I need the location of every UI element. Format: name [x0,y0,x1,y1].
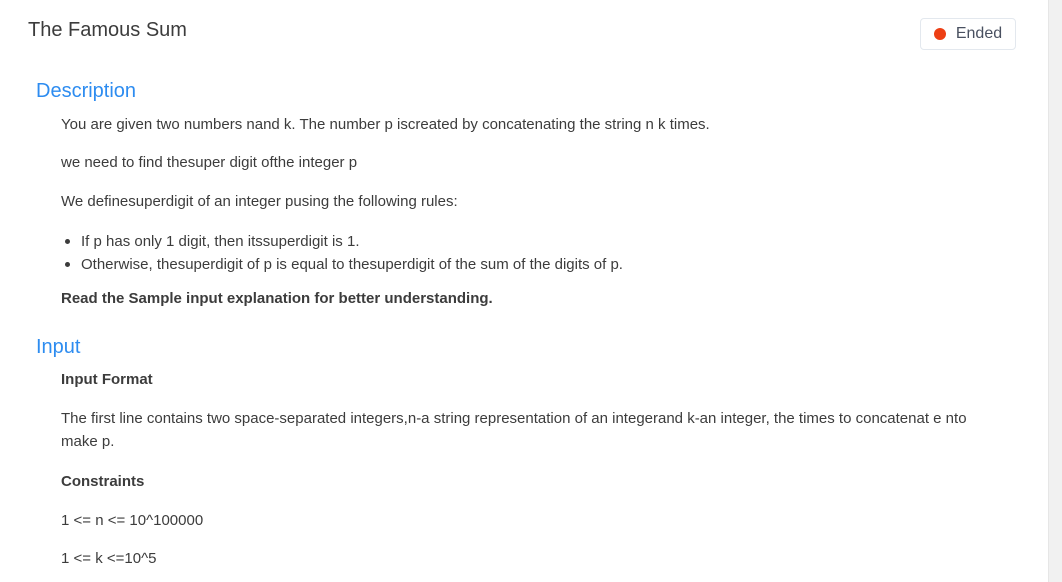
rules-list: If p has only 1 digit, then itssuperdigi… [61,230,623,276]
description-note: Read the Sample input explanation for be… [61,290,493,307]
description-heading: Description [36,80,137,102]
input-format-label: Input Format [61,371,153,388]
constraint-2: 1 <= k <=10^5 [61,550,157,567]
description-line-3: We definesuperdigit of an integer pusing… [61,193,458,210]
status-label: Ended [955,25,1003,42]
list-item: Otherwise, thesuperdigit of p is equal t… [61,253,623,276]
page-scrollbar[interactable] [1048,0,1062,582]
constraints-label: Constraints [61,473,145,490]
description-line-2: we need to find thesuper digit ofthe int… [61,154,358,171]
status-dot-icon [933,28,946,40]
problem-page: The Famous Sum Ended Description You are… [0,0,1048,582]
constraint-1: 1 <= n <= 10^100000 [61,512,204,529]
status-badge: Ended [920,18,1016,50]
input-heading: Input [36,336,81,358]
description-line-1: You are given two numbers nand k. The nu… [61,116,710,133]
input-format-text: The first line contains two space-separa… [61,410,967,450]
list-item: If p has only 1 digit, then itssuperdigi… [61,230,623,253]
problem-title: The Famous Sum [28,19,187,41]
